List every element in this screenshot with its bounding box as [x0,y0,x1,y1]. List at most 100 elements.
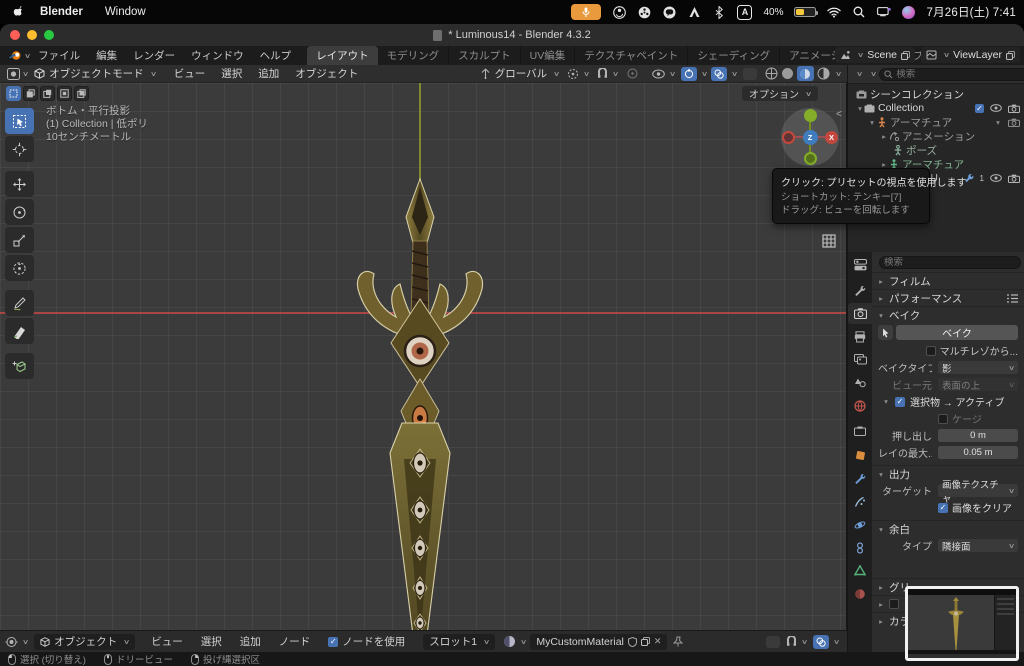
shader-overlays-toggle[interactable]: ∨ [813,635,839,649]
mode-selector[interactable]: オブジェクトモード ∨ [34,66,156,81]
material-name-field[interactable]: MyCustomMaterial ✕ [530,634,667,650]
menubar-clock[interactable]: 7月26日(土) 7:41 [926,4,1016,20]
microphone-indicator[interactable] [571,4,601,20]
tool-measure[interactable] [5,318,34,344]
view-from-dropdown[interactable]: 表面の上∨ [938,378,1018,391]
extrusion-field[interactable]: 0 m [938,429,1018,442]
gizmo-axis-x[interactable]: X [825,131,838,144]
pivot-point-selector[interactable]: ∨ [567,68,589,80]
pin-icon[interactable] [673,636,683,647]
line-app-status-icon[interactable] [662,5,676,19]
panel-margin[interactable]: ▾余白 [872,520,1024,537]
tab-collection-props[interactable] [848,420,872,441]
siri-icon[interactable] [902,6,915,19]
tab-world[interactable] [848,395,872,416]
gizmo-axis-y-neg[interactable] [804,152,817,165]
snapping-icon[interactable] [766,636,780,648]
panel-film[interactable]: ▸フィルム [872,272,1024,289]
freestyle-checkbox[interactable]: ✓ [889,599,899,609]
copy-material-icon[interactable] [641,637,650,646]
gizmos-toggle[interactable]: ∨ [681,67,707,81]
select-mode-new[interactable] [6,86,21,101]
overlays-toggle[interactable]: ∨ [711,67,737,81]
zoom-window-button[interactable] [44,30,54,40]
menubar-app-name[interactable]: Blender [40,6,83,18]
screen-share-preview[interactable] [905,586,1019,661]
menu-help[interactable]: ヘルプ [252,46,300,65]
workspace-tab-layout[interactable]: レイアウト [307,46,378,65]
shader-menu-add[interactable]: 追加 [232,632,269,651]
blender-logo-icon[interactable] [8,49,22,63]
close-window-button[interactable] [10,30,20,40]
transform-orientation-selector[interactable]: グローバル ∨ [480,66,560,81]
panel-bake[interactable]: ▾ベイク [872,306,1024,323]
apple-menu-icon[interactable] [12,5,26,19]
multires-checkbox[interactable]: ✓ [926,346,936,356]
tool-options-dropdown[interactable]: オプション∨ [742,86,818,101]
chevron-icon[interactable]: ▾ [994,118,1002,127]
preset-list-icon[interactable] [1007,294,1018,303]
shader-menu-select[interactable]: 選択 [193,632,230,651]
tool-scale[interactable] [5,227,34,253]
tool-cursor[interactable] [5,136,34,162]
tool-select-box[interactable] [5,108,34,134]
bake-button[interactable]: ベイク [896,325,1018,340]
menu-render[interactable]: レンダー [125,46,183,65]
obs-status-icon[interactable] [612,5,626,19]
collection-checkbox[interactable]: ✓ [975,104,984,113]
eye-icon[interactable] [990,104,1002,112]
new-viewlayer-icon[interactable] [1006,51,1015,60]
shading-rendered-icon[interactable] [817,67,830,80]
margin-type-dropdown[interactable]: 隣接面∨ [938,539,1018,552]
select-mode-invert[interactable] [57,86,72,101]
selected-to-active-checkbox[interactable]: ✓ [895,397,905,407]
tool-rotate[interactable] [5,199,34,225]
browse-material-dropdown[interactable]: ∨ [503,635,526,648]
workspace-tab-shading[interactable]: シェーディング [688,46,780,65]
menu-window[interactable]: ウィンドウ [183,46,252,65]
sword-model[interactable] [330,171,520,630]
node-snap-dropdown[interactable]: ∨ [786,636,807,647]
expand-icon[interactable]: ▾ [856,104,864,113]
panel-performance[interactable]: ▸パフォーマンス [872,289,1024,306]
outliner-row-animation[interactable]: ▸ アニメーション [848,129,1024,143]
shader-mode-dropdown[interactable]: オブジェクト ∨ [34,634,135,650]
tool-move[interactable] [5,171,34,197]
object-visibility-selector[interactable]: ∨ [652,69,675,79]
properties-editor-type-icon[interactable] [848,254,872,275]
scene-selector[interactable]: ∨ Scene [835,47,915,63]
menu-file[interactable]: ファイル [30,46,88,65]
tab-physics[interactable] [848,514,872,535]
workspace-tab-uv[interactable]: UV編集 [521,46,576,65]
editor-type-icon[interactable] [6,67,20,81]
outliner-row-collection[interactable]: ▾ Collection ✓ [848,101,1024,115]
proportional-editing-toggle[interactable] [627,68,638,79]
tab-render[interactable] [848,303,872,324]
properties-search-input[interactable] [879,256,1021,269]
tab-particles[interactable] [848,491,872,512]
spotlight-search-icon[interactable] [852,5,866,19]
tab-scene[interactable] [848,372,872,393]
tab-tool[interactable] [848,280,872,301]
viewport-menu-view[interactable]: ビュー [166,64,214,83]
shader-menu-view[interactable]: ビュー [143,632,191,651]
wifi-icon[interactable] [827,5,841,19]
shader-menu-node[interactable]: ノード [271,632,319,651]
tab-material[interactable] [848,583,872,604]
shading-wireframe-icon[interactable] [765,67,778,80]
cage-checkbox[interactable]: ✓ [938,414,948,424]
tool-add-cube[interactable] [5,353,34,379]
bluetooth-icon[interactable] [712,5,726,19]
outliner-row-armature-object[interactable]: ▾ アーマチュア ▾ [848,115,1024,129]
tab-view-layer[interactable] [848,349,872,370]
navigation-gizmo[interactable]: X Z [781,108,839,166]
viewport-3d[interactable]: オプション∨ ボトム・平行投影 (1) Collection | 低ポリ 10セ… [0,83,847,630]
arc-status-icon[interactable] [687,5,701,19]
gizmo-axis-y[interactable] [804,109,817,122]
eye-icon[interactable] [990,174,1002,182]
workspace-tab-sculpting[interactable]: スカルプト [449,46,521,65]
viewport-menu-object[interactable]: オブジェクト [287,64,366,83]
camera-icon[interactable] [1008,174,1020,183]
fake-user-shield-icon[interactable] [628,637,637,647]
menubar-window-menu[interactable]: Window [105,6,146,18]
